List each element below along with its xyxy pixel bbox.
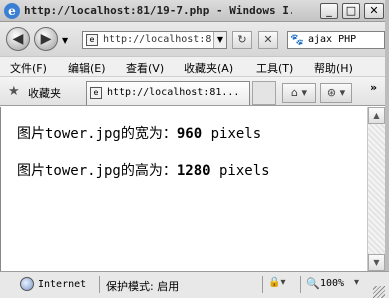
security-zone: Internet — [38, 279, 87, 290]
height-prefix: 图片tower.jpg的高为： — [17, 163, 177, 179]
maximize-button[interactable]: □ — [342, 3, 360, 19]
tab-current[interactable]: e http://localhost:81... — [86, 81, 250, 105]
compatibility-view-button[interactable]: ↻ — [232, 31, 252, 49]
image-width-line: 图片tower.jpg的宽为：960 pixels — [17, 123, 261, 143]
status-divider — [262, 276, 263, 293]
vertical-scrollbar[interactable]: ▲ ▼ — [367, 107, 385, 271]
image-height-line: 图片tower.jpg的高为：1280 pixels — [17, 160, 270, 180]
navigation-bar: ◀ ▶ ▼ e http://localhost:8 ▼ ↻ ✕ 🐾 ajax … — [0, 22, 389, 56]
scroll-down-icon[interactable]: ▼ — [368, 254, 385, 271]
page-icon: e — [86, 34, 98, 46]
history-dropdown-icon[interactable]: ▼ — [62, 36, 68, 45]
zoom-level[interactable]: 100% — [320, 278, 344, 289]
title-bar: e http://localhost:81/19-7.php - Windows… — [0, 0, 389, 22]
window-frame — [385, 0, 389, 298]
protected-mode-status[interactable]: 保护模式: 启用 — [106, 278, 179, 294]
menu-view[interactable]: 查看(V) — [126, 60, 164, 76]
back-arrow-icon: ◀ — [12, 31, 24, 47]
page-content: 图片tower.jpg的宽为：960 pixels 图片tower.jpg的高为… — [0, 107, 367, 271]
favorites-bar: ★ 收藏夹 e http://localhost:81... ⌂ ▾ ⊛ ▾ » — [0, 76, 389, 106]
stop-icon: ✕ — [263, 33, 273, 46]
close-button[interactable]: ✕ — [364, 3, 384, 19]
stop-button[interactable]: ✕ — [258, 31, 278, 49]
menu-file[interactable]: 文件(F) — [10, 60, 47, 76]
height-unit: pixels — [210, 163, 270, 179]
width-prefix: 图片tower.jpg的宽为： — [17, 126, 177, 142]
zoom-icon[interactable]: 🔍 — [306, 277, 320, 290]
new-tab-button[interactable] — [252, 81, 276, 105]
more-chevron-icon[interactable]: » — [370, 81, 377, 94]
resize-grip-icon[interactable] — [373, 286, 385, 298]
scroll-up-icon[interactable]: ▲ — [368, 107, 385, 124]
width-unit: pixels — [202, 126, 262, 142]
minimize-button[interactable]: _ — [320, 3, 338, 19]
menu-bar: 文件(F) 编辑(E) 查看(V) 收藏夹(A) 工具(T) 帮助(H) — [0, 56, 389, 76]
status-divider — [99, 276, 100, 293]
menu-tools[interactable]: 工具(T) — [256, 60, 293, 76]
search-provider-icon: 🐾 — [290, 33, 304, 46]
forward-arrow-icon: ▶ — [40, 31, 52, 47]
feeds-button[interactable]: ⊛ ▾ — [320, 83, 352, 103]
height-value: 1280 — [176, 163, 211, 179]
rss-icon: ⊛ ▾ — [326, 86, 346, 99]
menu-edit[interactable]: 编辑(E) — [68, 60, 106, 76]
menu-favorites[interactable]: 收藏夹(A) — [184, 60, 233, 76]
ie-logo-icon: e — [4, 3, 20, 19]
status-divider — [300, 276, 301, 293]
status-bar: Internet 保护模式: 启用 🔒▾ 🔍 100% ▾ — [0, 271, 389, 298]
search-input[interactable]: ajax PHP — [308, 34, 356, 45]
tab-label: http://localhost:81... — [107, 87, 240, 98]
favorites-star-icon[interactable]: ★ — [8, 84, 20, 99]
menu-help[interactable]: 帮助(H) — [314, 60, 353, 76]
search-box[interactable]: 🐾 ajax PHP — [287, 31, 385, 49]
refresh-icon: ↻ — [237, 33, 247, 46]
zoom-dropdown-icon[interactable]: ▾ — [354, 277, 359, 288]
forward-button[interactable]: ▶ — [34, 27, 58, 51]
address-bar[interactable]: e http://localhost:8 ▼ — [82, 31, 227, 49]
tab-page-icon: e — [90, 87, 102, 99]
security-lock-icon[interactable]: 🔒▾ — [268, 277, 285, 288]
back-button[interactable]: ◀ — [6, 27, 30, 51]
window-title: http://localhost:81/19-7.php - Windows I… — [24, 4, 292, 17]
home-icon: ⌂ ▾ — [290, 86, 307, 99]
width-value: 960 — [176, 126, 203, 142]
home-button[interactable]: ⌂ ▾ — [282, 83, 316, 103]
favorites-label[interactable]: 收藏夹 — [28, 85, 61, 101]
internet-zone-icon — [20, 277, 34, 291]
address-dropdown-icon[interactable]: ▼ — [213, 32, 226, 48]
address-input[interactable]: http://localhost:8 — [103, 34, 213, 47]
